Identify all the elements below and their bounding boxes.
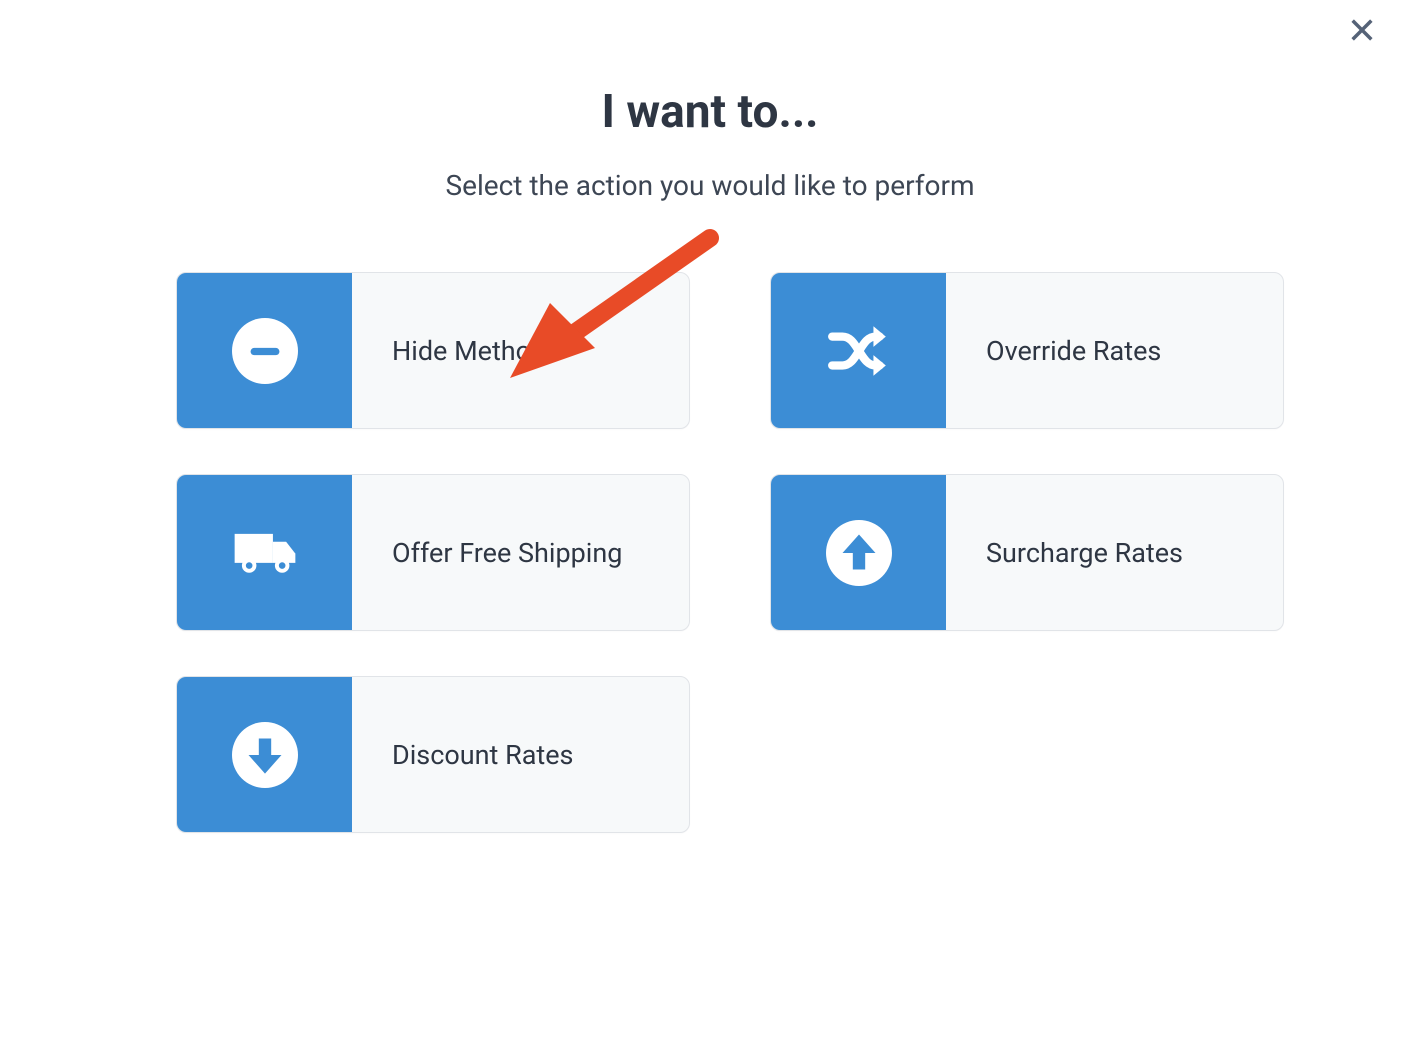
action-card-offer-free-shipping[interactable]: Offer Free Shipping — [176, 474, 690, 631]
card-icon-box — [177, 677, 352, 832]
shuffle-icon — [826, 318, 892, 384]
arrow-up-circle-icon — [826, 520, 892, 586]
minus-circle-icon — [232, 318, 298, 384]
close-icon — [1348, 16, 1376, 44]
card-icon-box — [177, 273, 352, 428]
page-title: I want to... — [0, 85, 1420, 139]
card-label: Offer Free Shipping — [352, 475, 689, 630]
modal-content: I want to... Select the action you would… — [0, 0, 1420, 833]
close-button[interactable] — [1342, 10, 1382, 50]
action-card-override-rates[interactable]: Override Rates — [770, 272, 1284, 429]
action-card-surcharge-rates[interactable]: Surcharge Rates — [770, 474, 1284, 631]
truck-icon — [232, 520, 298, 586]
card-label: Discount Rates — [352, 677, 689, 832]
card-icon-box — [177, 475, 352, 630]
action-card-discount-rates[interactable]: Discount Rates — [176, 676, 690, 833]
action-card-hide-methods[interactable]: Hide Methods — [176, 272, 690, 429]
card-icon-box — [771, 475, 946, 630]
page-subtitle: Select the action you would like to perf… — [0, 169, 1420, 202]
arrow-down-circle-icon — [232, 722, 298, 788]
card-label: Surcharge Rates — [946, 475, 1283, 630]
card-label: Hide Methods — [352, 273, 689, 428]
card-label: Override Rates — [946, 273, 1283, 428]
action-cards-grid: Hide Methods Override Rates — [156, 272, 1264, 833]
card-icon-box — [771, 273, 946, 428]
